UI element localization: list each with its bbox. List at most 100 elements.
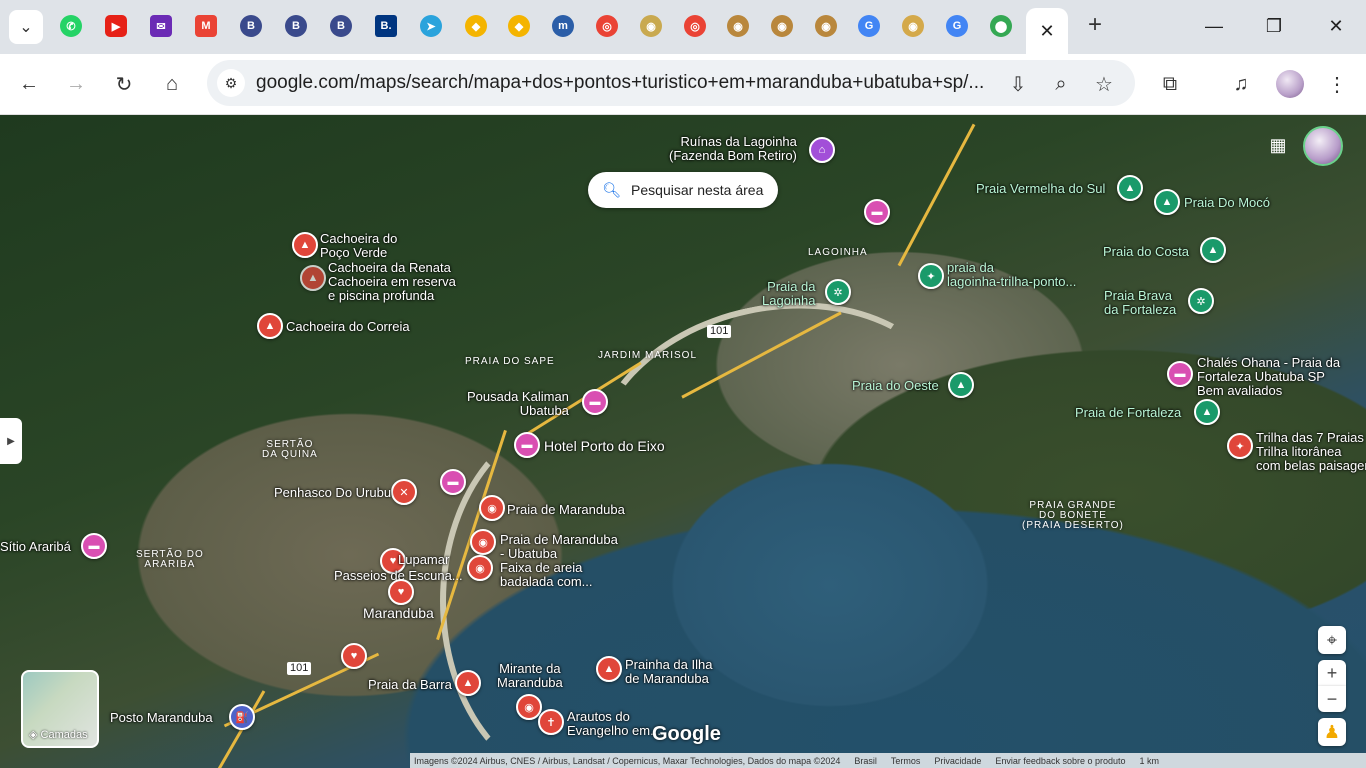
place-pin-penhasco[interactable]: ✕ — [391, 479, 417, 505]
tab-search-button[interactable]: ⌄ — [9, 10, 43, 44]
place-pin-renata[interactable]: ▲ — [300, 265, 326, 291]
site-tab-icon[interactable]: ◉ — [771, 15, 793, 37]
place-label-trilha-lagoinha[interactable]: praia da lagoinha-trilha-ponto... — [947, 261, 1076, 289]
street-view-button[interactable]: ♟ — [1318, 718, 1346, 746]
place-label-lagoinha[interactable]: Praia da Lagoinha — [762, 280, 816, 308]
close-icon[interactable]: ✕ — [1039, 21, 1054, 42]
place-pin-costa[interactable]: ▲ — [1200, 237, 1226, 263]
place-pin-prainha[interactable]: ▲ — [596, 656, 622, 682]
youtube-tab-icon[interactable]: ▶ — [105, 15, 127, 37]
place-label-chales[interactable]: Chalés Ohana - Praia da Fortaleza Ubatuba… — [1197, 356, 1340, 398]
country-link[interactable]: Brasil — [854, 756, 877, 766]
feedback-link[interactable]: Enviar feedback sobre o produto — [995, 756, 1125, 766]
place-pin-vermelha[interactable]: ▲ — [1117, 175, 1143, 201]
place-label-maranduba-beach[interactable]: Praia de Maranduba — [507, 503, 625, 517]
place-label-costa[interactable]: Praia do Costa — [1103, 245, 1189, 259]
whatsapp-tab-icon[interactable]: ✆ — [60, 15, 82, 37]
site-tab-icon[interactable]: ◉ — [815, 15, 837, 37]
place-label-vermelha[interactable]: Praia Vermelha do Sul — [976, 182, 1105, 196]
chrome-tab-icon[interactable]: ◎ — [684, 15, 706, 37]
place-label-maranduba-ubatuba[interactable]: Praia de Maranduba - Ubatuba Faixa de arei… — [500, 533, 618, 589]
scale-label[interactable]: 1 km — [1140, 756, 1160, 766]
zoom-icon[interactable]: ⌕ — [1045, 68, 1077, 100]
place-pin-camera[interactable]: ◉ — [467, 555, 493, 581]
map-canvas[interactable]: 🔍︎ Pesquisar nesta área ▦ ▶ LAGOINHA PRAI… — [0, 115, 1366, 768]
profile-avatar[interactable] — [1276, 70, 1304, 98]
expand-panel-button[interactable]: ▶ — [0, 418, 22, 464]
search-this-area-button[interactable]: 🔍︎ Pesquisar nesta área — [588, 172, 778, 208]
forward-button[interactable]: → — [60, 68, 92, 100]
place-label-posto[interactable]: Posto Maranduba — [110, 711, 213, 725]
menu-icon[interactable]: ⋮ — [1321, 68, 1353, 100]
place-label-correia[interactable]: Cachoeira do Correia — [286, 320, 410, 334]
google-apps-icon[interactable]: ▦ — [1266, 133, 1290, 157]
window-close-button[interactable]: ✕ — [1316, 10, 1356, 42]
place-pin-hotel[interactable]: ▬ — [864, 199, 890, 225]
site-tab-icon[interactable]: ◉ — [902, 15, 924, 37]
address-bar[interactable]: ⚙ google.com/maps/search/mapa+dos+pontos… — [207, 60, 1135, 106]
place-label-prainha[interactable]: Prainha da Ilha de Maranduba — [625, 658, 712, 686]
media-control-icon[interactable]: ♫ — [1225, 68, 1257, 100]
maps-tab-icon[interactable]: ⬤ — [990, 15, 1012, 37]
place-pin-hotel[interactable]: ▬ — [440, 469, 466, 495]
zoom-out-button[interactable]: − — [1318, 686, 1346, 712]
place-pin-maranduba-beach[interactable]: ◉ — [479, 495, 505, 521]
chrome-tab-icon[interactable]: ◎ — [596, 15, 618, 37]
place-pin-pocoverde[interactable]: ▲ — [292, 232, 318, 258]
place-pin-lagoinha[interactable]: ✲ — [825, 279, 851, 305]
b-site-tab-icon[interactable]: B — [240, 15, 262, 37]
telegram-tab-icon[interactable]: ➤ — [420, 15, 442, 37]
place-label-moco[interactable]: Praia Do Mocó — [1184, 196, 1270, 210]
place-pin-brava[interactable]: ✲ — [1188, 288, 1214, 314]
place-pin-trilha7[interactable]: ✦ — [1227, 433, 1253, 459]
place-pin-passeios[interactable]: ♥ — [388, 579, 414, 605]
gmail-tab-icon[interactable]: M — [195, 15, 217, 37]
layers-button[interactable]: ◈ Camadas — [21, 670, 99, 748]
place-pin-posto[interactable]: ⛽ — [229, 704, 255, 730]
place-label-brava[interactable]: Praia Brava da Fortaleza — [1104, 289, 1176, 317]
place-label-pocoverde[interactable]: Cachoeira do Poço Verde — [320, 232, 397, 260]
active-tab[interactable]: ✕ — [1026, 8, 1068, 54]
place-pin-ruinas[interactable]: ⌂ — [809, 137, 835, 163]
place-label-maranduba[interactable]: Maranduba — [363, 606, 434, 620]
bookmark-star-icon[interactable]: ☆ — [1088, 68, 1120, 100]
place-label-arautos[interactable]: Arautos do Evangelho em... — [567, 710, 661, 738]
place-pin-heart[interactable]: ♥ — [341, 643, 367, 669]
place-pin-arariba[interactable]: ▬ — [81, 533, 107, 559]
back-button[interactable]: ← — [13, 68, 45, 100]
install-app-icon[interactable]: ⇩ — [1002, 68, 1034, 100]
url-text[interactable]: google.com/maps/search/mapa+dos+pontos+t… — [256, 72, 984, 94]
place-label-mirante[interactable]: Mirante da Maranduba — [497, 662, 563, 690]
reload-button[interactable]: ↻ — [108, 68, 140, 100]
extensions-icon[interactable]: ⧉ — [1154, 68, 1186, 100]
place-label-penhasco[interactable]: Penhasco Do Urubu — [274, 486, 391, 500]
b-site-tab-icon[interactable]: B — [285, 15, 307, 37]
place-pin-trilha-lagoinha[interactable]: ✦ — [918, 263, 944, 289]
place-pin-porto[interactable]: ▬ — [514, 432, 540, 458]
place-pin-correia[interactable]: ▲ — [257, 313, 283, 339]
place-label-barra[interactable]: Praia da Barra — [368, 678, 452, 692]
place-pin-moco[interactable]: ▲ — [1154, 189, 1180, 215]
place-label-ruinas[interactable]: Ruínas da Lagoinha (Fazenda Bom Retiro) — [669, 135, 797, 163]
home-button[interactable]: ⌂ — [156, 68, 188, 100]
my-location-button[interactable]: ⌖ — [1318, 626, 1346, 654]
site-info-icon[interactable]: ⚙ — [217, 69, 245, 97]
place-pin-kaliman[interactable]: ▬ — [582, 389, 608, 415]
drive-tab-icon[interactable]: ◆ — [465, 15, 487, 37]
google-tab-icon[interactable]: G — [946, 15, 968, 37]
place-pin-barra[interactable]: ▲ — [455, 670, 481, 696]
terms-link[interactable]: Termos — [891, 756, 921, 766]
new-tab-button[interactable]: + — [1082, 11, 1108, 38]
place-label-fortaleza[interactable]: Praia de Fortaleza — [1075, 406, 1181, 420]
site-tab-icon[interactable]: ◉ — [640, 15, 662, 37]
google-tab-icon[interactable]: G — [858, 15, 880, 37]
place-pin-oeste[interactable]: ▲ — [948, 372, 974, 398]
account-avatar[interactable] — [1303, 126, 1343, 166]
place-pin-chales[interactable]: ▬ — [1167, 361, 1193, 387]
place-label-trilha7[interactable]: Trilha das 7 Praias Trilha litorânea com b… — [1256, 431, 1366, 473]
privacy-link[interactable]: Privacidade — [934, 756, 981, 766]
place-pin-maranduba-ubatuba[interactable]: ◉ — [470, 529, 496, 555]
place-label-lupamar[interactable]: Lupamar — [398, 553, 449, 567]
place-pin-arautos[interactable]: ✝ — [538, 709, 564, 735]
place-label-renata[interactable]: Cachoeira da Renata Cachoeira em reserva e… — [328, 261, 456, 303]
